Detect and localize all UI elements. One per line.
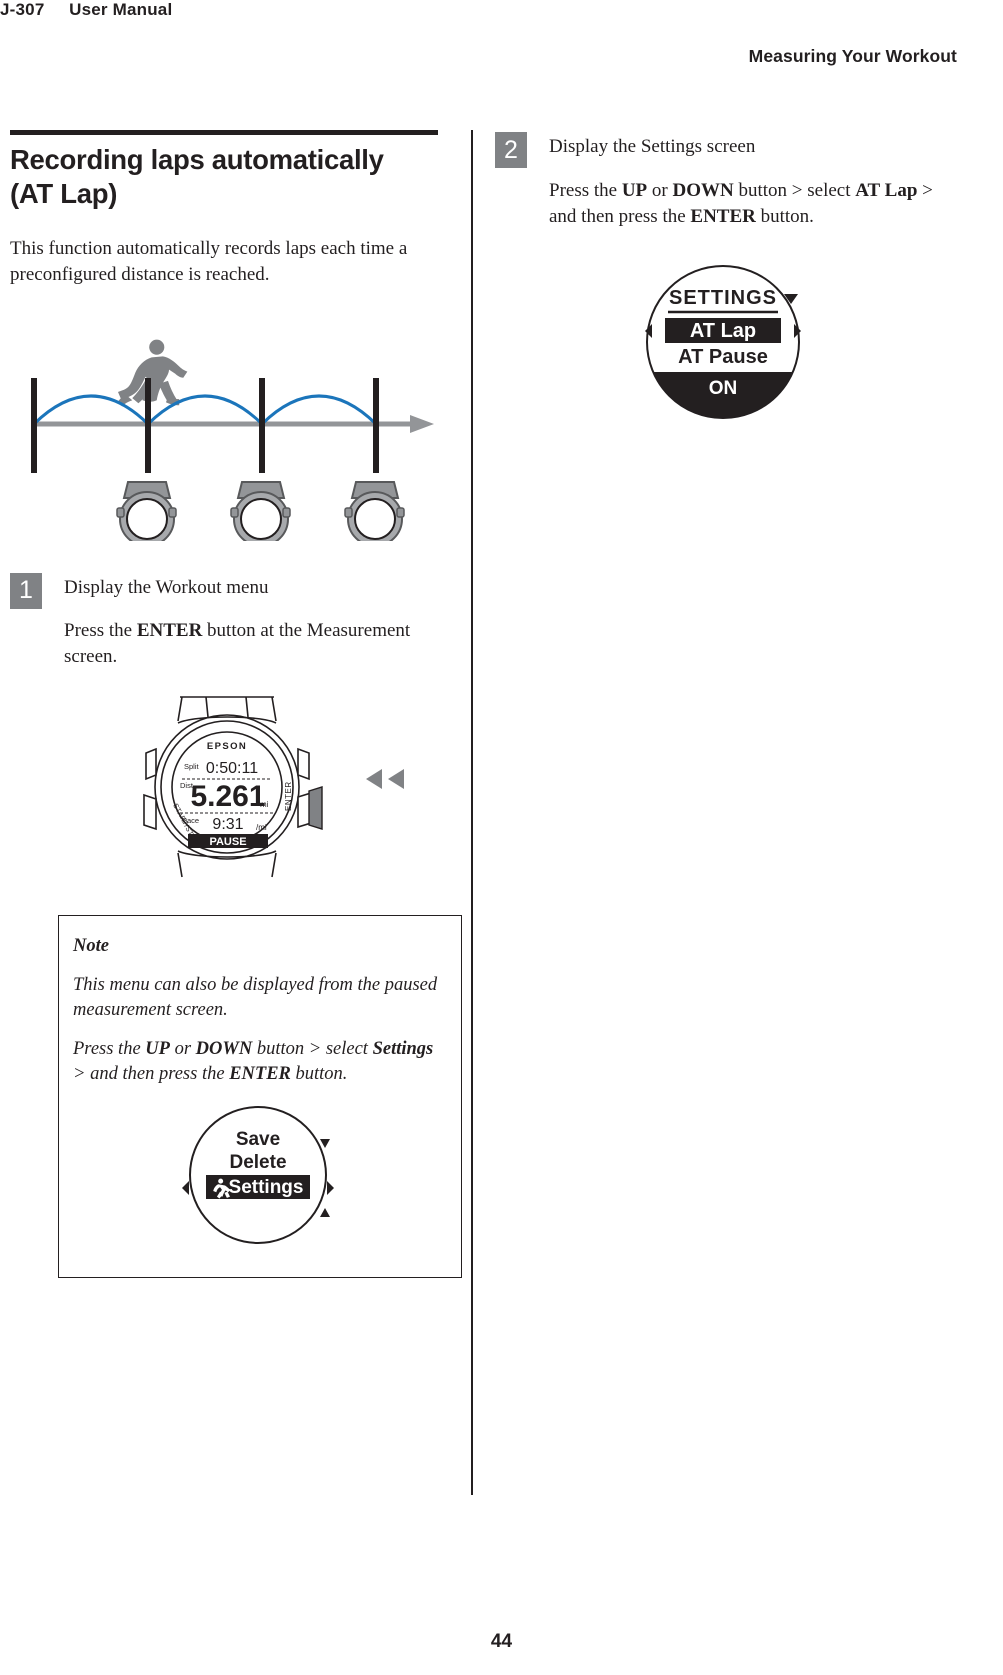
watch-value-dist: 5.261 [190, 780, 265, 813]
menu-item-delete: Delete [229, 1152, 286, 1173]
menu-item-save: Save [236, 1129, 280, 1150]
left-column: Recording laps automatically (AT Lap) Th… [10, 130, 465, 1279]
watch-status-label: PAUSE [209, 836, 246, 848]
lap-tick [373, 377, 379, 473]
lap-arc [260, 394, 378, 425]
watch-value-split: 0:50:11 [206, 760, 258, 777]
right-column: 2 Display the Settings screen Press the … [495, 130, 950, 430]
page-title-line2: (AT Lap) [10, 177, 118, 209]
menu-item-settings: Settings [229, 1177, 304, 1198]
runner-icon [118, 339, 188, 406]
lap-tick [145, 377, 151, 473]
step-2: 2 Display the Settings screen Press the … [495, 130, 950, 230]
watch-icon [116, 480, 177, 541]
step-1-body: Display the Workout menu Press the ENTER… [64, 571, 465, 671]
settings-screen-svg: SETTINGS AT Lap AT Pause ON [644, 265, 801, 420]
step-1-title: Display the Workout menu [64, 576, 269, 598]
watch-unit-pace: /mi [256, 823, 267, 832]
watch-brand: EPSON [207, 741, 247, 752]
settings-title: SETTINGS [668, 287, 776, 309]
step-2-title: Display the Settings screen [549, 136, 756, 157]
watch-illustration-svg: EPSON Split 0:50:11 Dist. 5.261 mi Pace … [143, 695, 404, 877]
workout-menu-screen: Save Delete Settings [73, 1103, 443, 1253]
intro-paragraph: This function automatically records laps… [10, 238, 408, 286]
measurement-screen-watch-illustration: EPSON Split 0:50:11 Dist. 5.261 mi Pace … [10, 687, 465, 887]
watch-icon [344, 480, 405, 541]
step-1: 1 Display the Workout menu Press the ENT… [10, 571, 465, 671]
workout-menu-screen-svg: Save Delete Settings [182, 1106, 334, 1245]
step-2-number: 2 [495, 132, 527, 168]
heading-rule [10, 130, 438, 135]
note-paragraph-1: This menu can also be displayed from the… [73, 974, 438, 1020]
header-chapter-title: Measuring Your Workout [748, 46, 957, 66]
settings-value: ON [708, 378, 737, 399]
note-paragraph-2: Press the UP or DOWN button > select Set… [73, 1039, 434, 1085]
settings-item-at-pause: AT Pause [678, 346, 768, 368]
step-1-text: Press the ENTER button at the Measuremen… [64, 620, 411, 668]
manual-page: J-307 User Manual Measuring Your Workout… [0, 0, 1003, 1675]
step-2-text: Press the UP or DOWN button > select AT … [549, 179, 933, 227]
settings-screen: SETTINGS AT Lap AT Pause ON [495, 260, 950, 430]
page-number: 44 [490, 1631, 513, 1652]
lap-tick [259, 377, 265, 473]
page-title-line1: Recording laps automatically [10, 144, 384, 175]
caret-down-icon [320, 1139, 330, 1149]
note-title: Note [73, 935, 109, 956]
page-title: Recording laps automatically (AT Lap) [10, 143, 465, 210]
watch-icon [230, 480, 291, 541]
header-document-title: J-307 User Manual [0, 0, 173, 19]
auto-lap-timeline-diagram [10, 311, 450, 541]
caret-right-icon [327, 1181, 334, 1196]
step-2-body: Display the Settings screen Press the UP… [549, 130, 950, 230]
caret-left-icon [182, 1181, 189, 1196]
note-box: Note This menu can also be displayed fro… [58, 914, 462, 1279]
left-arrow-icon [366, 768, 404, 789]
column-divider-rule [471, 130, 473, 1495]
caret-up-icon [320, 1208, 330, 1218]
watch-label-split: Split [184, 762, 200, 771]
step-1-number: 1 [10, 572, 42, 609]
lap-tick [31, 377, 37, 473]
settings-item-at-lap: AT Lap [689, 320, 755, 342]
watch-value-pace: 9:31 [212, 816, 243, 833]
lap-arc [146, 394, 264, 425]
auto-lap-diagram-svg [31, 339, 434, 541]
watch-unit-dist: mi [260, 800, 269, 809]
right-arrow-icon [410, 414, 434, 433]
watch-button-enter-label: ENTER [284, 781, 293, 811]
